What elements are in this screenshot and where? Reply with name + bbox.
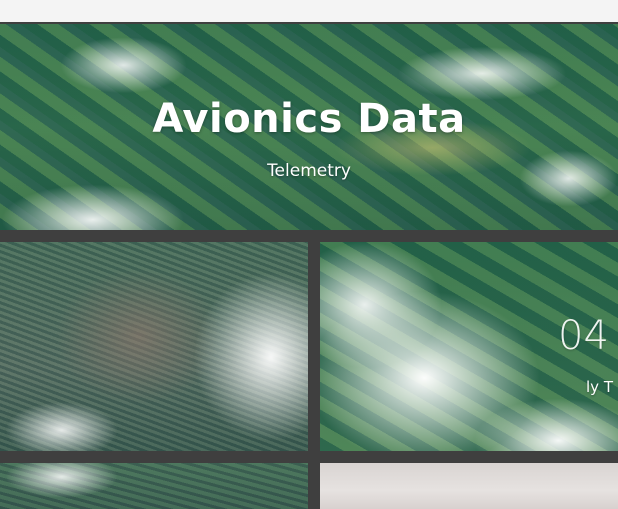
tile-grid: Avionics Data Telemetry 04 ly T: [0, 22, 618, 509]
tile-2[interactable]: 04 ly T: [320, 242, 618, 451]
hero-tile[interactable]: Avionics Data Telemetry: [0, 24, 618, 230]
tile-1[interactable]: [0, 242, 308, 451]
tile-3-aerial-image: [0, 463, 308, 509]
tile-2-number: 04: [558, 313, 609, 359]
hero-subtitle: Telemetry: [267, 161, 351, 181]
tile-4[interactable]: [320, 463, 618, 509]
tile-4-image: [320, 463, 618, 509]
hero-title: Avionics Data: [152, 96, 466, 142]
browser-top-strip: [0, 0, 618, 22]
tile-2-caption: ly T: [586, 378, 613, 396]
tile-1-aerial-image: [0, 242, 308, 451]
tile-3[interactable]: [0, 463, 308, 509]
